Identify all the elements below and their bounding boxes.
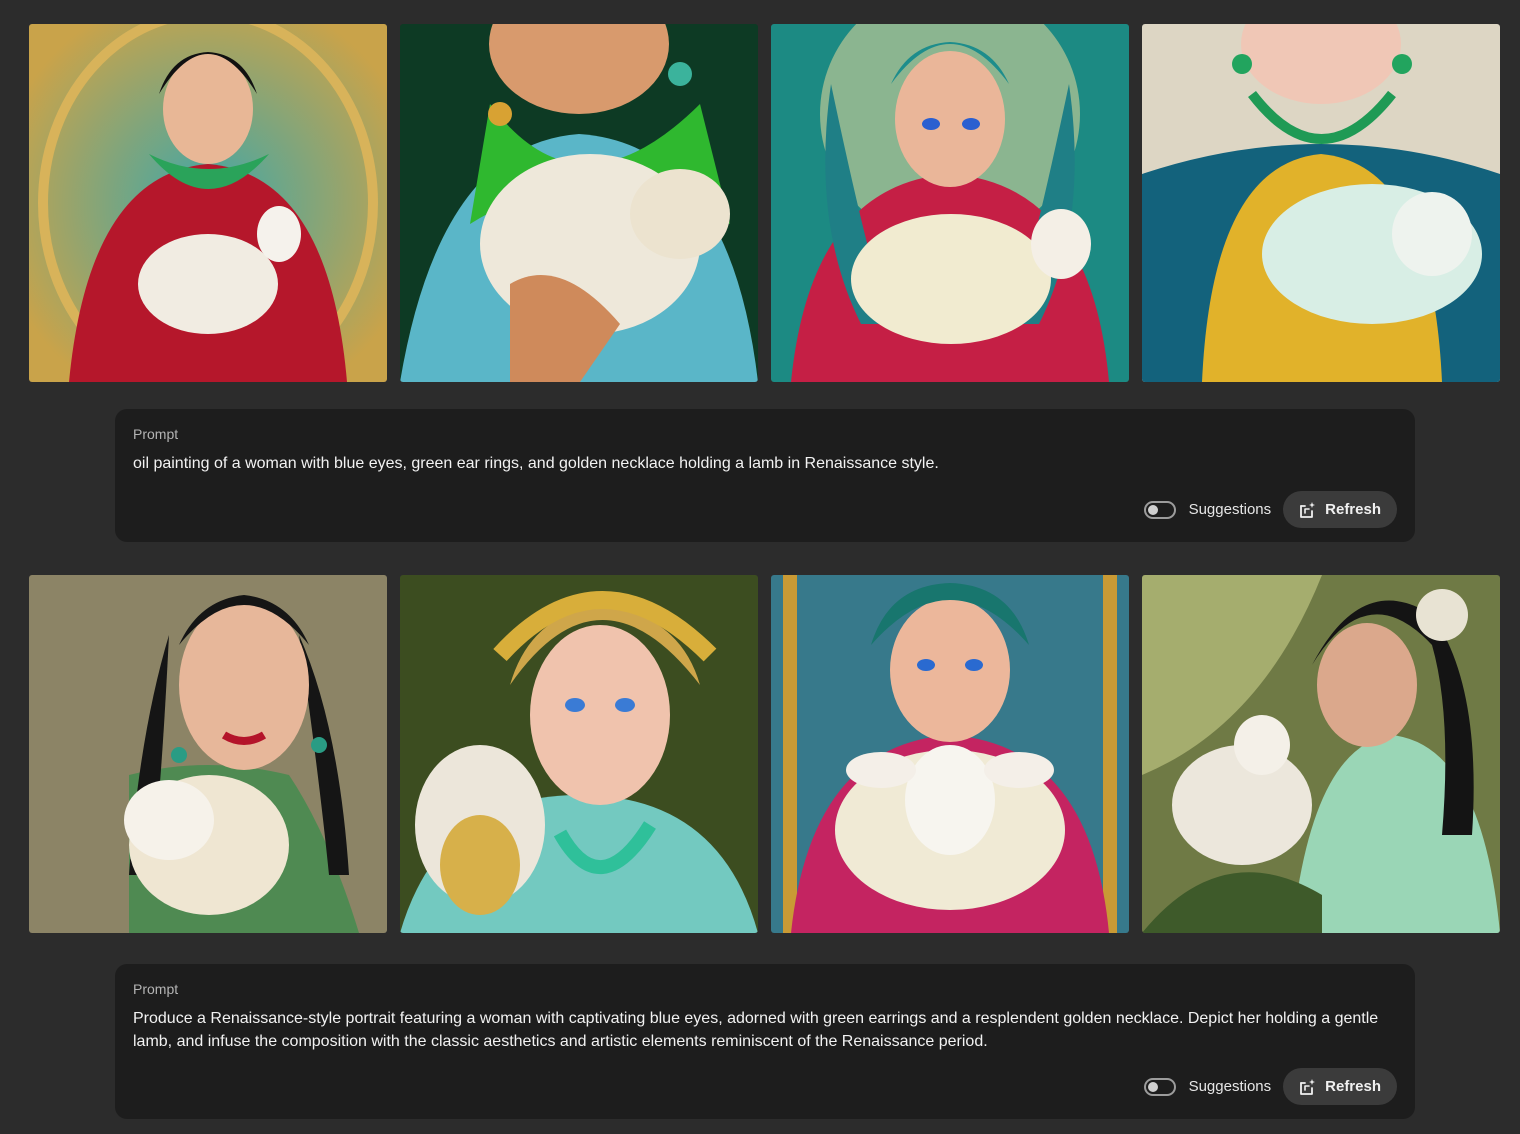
- prompt-text[interactable]: oil painting of a woman with blue eyes, …: [133, 452, 1385, 475]
- prompt-controls: Suggestions Refresh: [1143, 1068, 1397, 1105]
- prompt-text[interactable]: Produce a Renaissance-style portrait fea…: [133, 1007, 1385, 1053]
- prompt-panel-1: Prompt oil painting of a woman with blue…: [115, 409, 1415, 542]
- generated-image-1-2[interactable]: [400, 24, 758, 382]
- image-grid-1: [29, 24, 1502, 382]
- prompt-controls: Suggestions Refresh: [1143, 491, 1397, 528]
- refresh-button[interactable]: Refresh: [1283, 1068, 1397, 1105]
- generated-image-2-2[interactable]: [400, 575, 758, 933]
- suggestions-toggle[interactable]: [1143, 500, 1176, 519]
- prompt-label: Prompt: [133, 426, 179, 442]
- refresh-label: Refresh: [1325, 501, 1381, 518]
- suggestions-toggle[interactable]: [1143, 1077, 1176, 1096]
- suggestions-label: Suggestions: [1188, 1078, 1272, 1095]
- generated-image-1-4[interactable]: [1142, 24, 1500, 382]
- generated-image-2-3[interactable]: [771, 575, 1129, 933]
- generated-image-1-3[interactable]: [771, 24, 1129, 382]
- generated-image-1-1[interactable]: [29, 24, 387, 382]
- generated-image-2-4[interactable]: [1142, 575, 1500, 933]
- toggle-knob: [1147, 504, 1158, 515]
- refresh-sparkle-icon: [1300, 1078, 1316, 1095]
- prompt-panel-2: Prompt Produce a Renaissance-style portr…: [115, 964, 1415, 1119]
- image-grid-2: [29, 575, 1502, 933]
- suggestions-label: Suggestions: [1188, 501, 1272, 518]
- prompt-label: Prompt: [133, 981, 179, 997]
- toggle-knob: [1147, 1081, 1158, 1092]
- refresh-sparkle-icon: [1300, 501, 1316, 518]
- refresh-label: Refresh: [1325, 1078, 1381, 1095]
- generated-image-2-1[interactable]: [29, 575, 387, 933]
- refresh-button[interactable]: Refresh: [1283, 491, 1397, 528]
